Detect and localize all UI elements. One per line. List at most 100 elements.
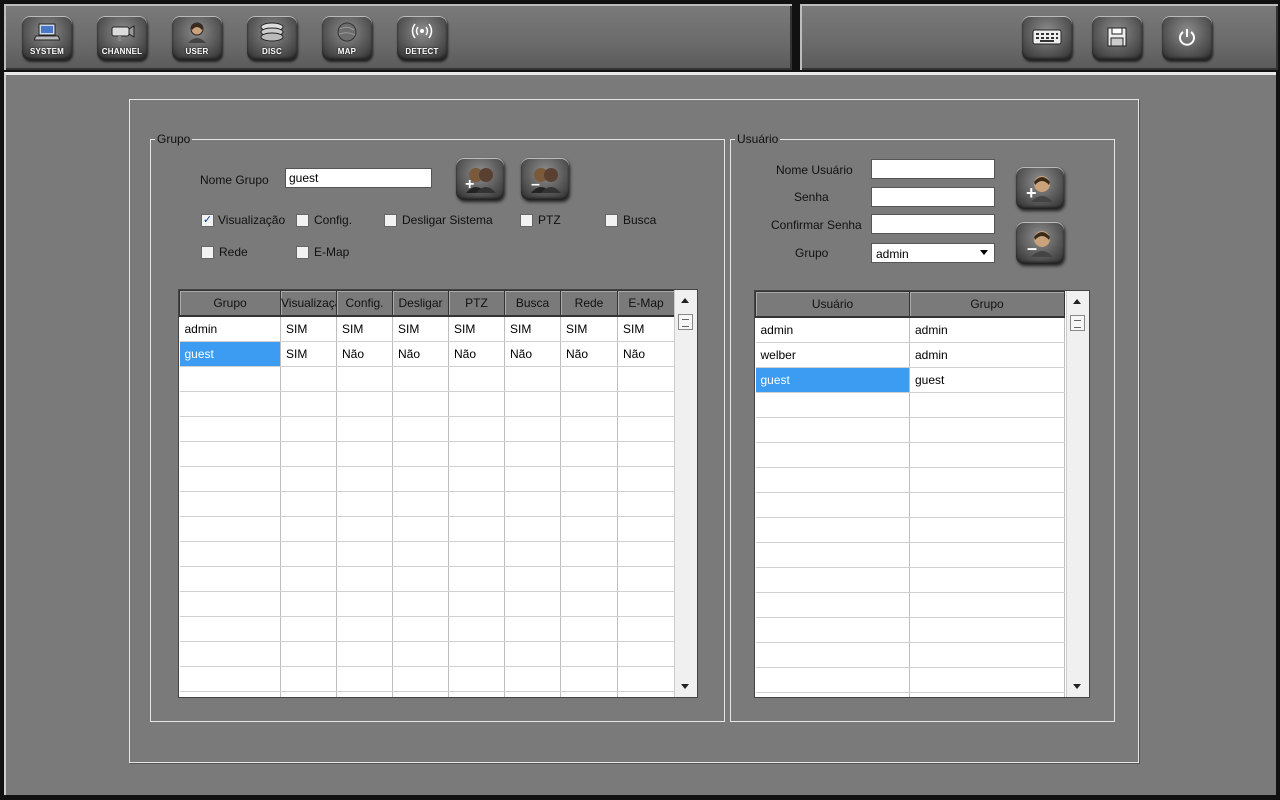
table-cell[interactable]	[336, 366, 393, 392]
add-user-button[interactable]: +	[1016, 167, 1064, 209]
table-cell[interactable]	[617, 466, 675, 492]
table-cell[interactable]	[909, 692, 1065, 697]
table-cell[interactable]	[336, 616, 393, 642]
table-cell[interactable]: admin	[179, 316, 281, 342]
table-cell[interactable]	[755, 542, 910, 568]
table-cell[interactable]	[336, 491, 393, 517]
table-cell[interactable]	[280, 566, 337, 592]
table-row[interactable]	[179, 641, 675, 667]
table-cell[interactable]	[909, 442, 1065, 468]
table-cell[interactable]: guest	[909, 367, 1065, 393]
add-group-button[interactable]: +	[456, 158, 504, 200]
table-cell[interactable]	[448, 366, 505, 392]
table-cell[interactable]	[755, 617, 910, 643]
group-column-header[interactable]: PTZ	[448, 290, 505, 317]
table-cell[interactable]	[755, 392, 910, 418]
table-cell[interactable]	[392, 566, 449, 592]
table-cell[interactable]	[179, 391, 281, 417]
table-cell[interactable]: Não	[617, 341, 675, 367]
table-cell[interactable]	[179, 591, 281, 617]
table-row[interactable]	[179, 566, 675, 592]
table-cell[interactable]	[280, 641, 337, 667]
table-cell[interactable]	[909, 517, 1065, 543]
table-cell[interactable]	[504, 416, 561, 442]
table-cell[interactable]	[336, 416, 393, 442]
table-cell[interactable]	[280, 366, 337, 392]
table-cell[interactable]	[392, 416, 449, 442]
group-column-header[interactable]: Config.	[336, 290, 393, 317]
table-cell[interactable]	[179, 516, 281, 542]
table-row[interactable]	[755, 592, 1065, 618]
table-cell[interactable]: Não	[392, 341, 449, 367]
table-cell[interactable]	[617, 666, 675, 692]
table-cell[interactable]	[504, 616, 561, 642]
table-cell[interactable]	[392, 691, 449, 697]
table-cell[interactable]	[280, 666, 337, 692]
table-cell[interactable]	[392, 666, 449, 692]
table-cell[interactable]	[179, 366, 281, 392]
group-column-header[interactable]: E-Map	[617, 290, 675, 317]
user-group-select[interactable]: admin	[871, 243, 995, 263]
perm-desligar-checkbox[interactable]	[384, 214, 397, 227]
table-cell[interactable]	[392, 641, 449, 667]
map-button[interactable]: MAP	[322, 16, 372, 60]
table-cell[interactable]	[280, 391, 337, 417]
table-cell[interactable]	[755, 417, 910, 443]
table-cell[interactable]	[280, 541, 337, 567]
table-cell[interactable]	[755, 692, 910, 697]
table-cell[interactable]	[909, 392, 1065, 418]
table-cell[interactable]: admin	[755, 317, 910, 343]
group-table-scrollbar[interactable]	[674, 290, 697, 697]
table-cell[interactable]	[392, 491, 449, 517]
table-cell[interactable]: SIM	[392, 316, 449, 342]
table-cell[interactable]	[560, 591, 618, 617]
perm-visualizacao-checkbox[interactable]: ✓	[201, 214, 214, 227]
table-cell[interactable]	[755, 567, 910, 593]
table-row[interactable]: admin SIM SIM SIM SIM SIM SIM SIM	[179, 316, 675, 342]
user-column-header[interactable]: Usuário	[755, 291, 910, 318]
table-cell[interactable]	[392, 516, 449, 542]
table-row[interactable]	[755, 467, 1065, 493]
table-cell[interactable]	[280, 466, 337, 492]
table-cell[interactable]	[560, 516, 618, 542]
table-cell[interactable]	[504, 391, 561, 417]
table-cell[interactable]	[448, 591, 505, 617]
table-cell[interactable]: welber	[755, 342, 910, 368]
table-row[interactable]	[179, 391, 675, 417]
table-cell[interactable]	[336, 591, 393, 617]
table-row[interactable]	[179, 466, 675, 492]
table-cell[interactable]	[504, 691, 561, 697]
table-cell[interactable]	[560, 491, 618, 517]
table-cell[interactable]	[179, 691, 281, 697]
table-row[interactable]	[179, 516, 675, 542]
table-cell[interactable]	[280, 491, 337, 517]
user-button[interactable]: USER	[172, 16, 222, 60]
table-cell[interactable]	[280, 691, 337, 697]
table-row[interactable]	[179, 591, 675, 617]
table-cell[interactable]: Não	[448, 341, 505, 367]
table-row[interactable]: guest SIM Não Não Não Não Não Não	[179, 341, 675, 367]
confirm-password-input[interactable]	[871, 214, 995, 234]
channel-button[interactable]: CHANNEL	[97, 16, 147, 60]
perm-emap-checkbox[interactable]	[296, 246, 309, 259]
remove-group-button[interactable]: –	[521, 158, 569, 200]
table-cell[interactable]: SIM	[280, 341, 337, 367]
table-cell[interactable]	[504, 541, 561, 567]
table-cell[interactable]: SIM	[336, 316, 393, 342]
table-cell[interactable]	[336, 466, 393, 492]
table-cell[interactable]	[280, 591, 337, 617]
table-cell[interactable]	[179, 441, 281, 467]
username-input[interactable]	[871, 159, 995, 179]
table-cell[interactable]	[179, 491, 281, 517]
scroll-up-icon[interactable]	[1073, 299, 1081, 304]
table-cell[interactable]	[280, 516, 337, 542]
perm-busca-checkbox[interactable]	[605, 214, 618, 227]
table-cell[interactable]	[336, 391, 393, 417]
table-row[interactable]	[179, 666, 675, 692]
table-cell[interactable]	[448, 466, 505, 492]
table-cell[interactable]	[617, 641, 675, 667]
table-cell[interactable]	[909, 642, 1065, 668]
table-row[interactable]	[755, 442, 1065, 468]
table-cell[interactable]	[280, 441, 337, 467]
scroll-thumb[interactable]	[1070, 315, 1085, 331]
